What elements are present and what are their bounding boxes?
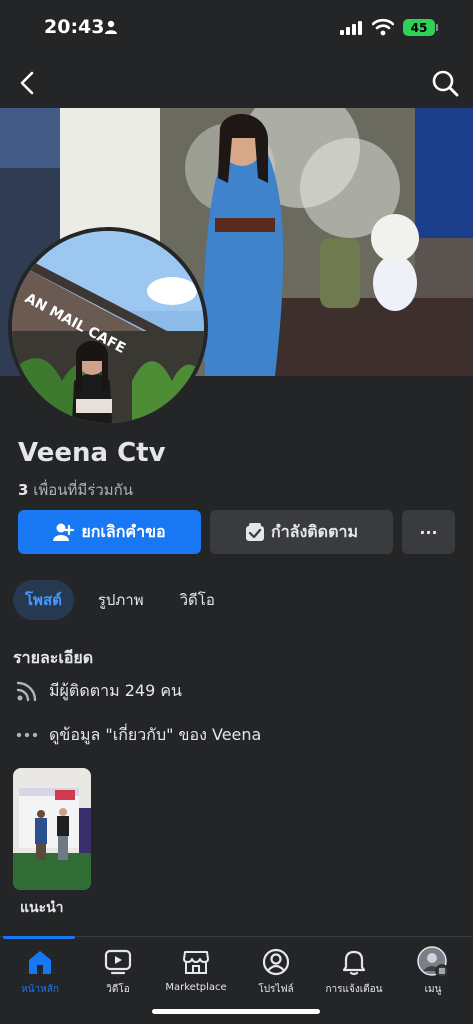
nav-notifications[interactable]: การแจ้งเตือน	[314, 946, 394, 997]
avatar-image: AN MAIL CAFE	[12, 231, 204, 423]
signal-icon	[340, 21, 362, 35]
followers-row: มีผู้ติดตาม 249 คน	[13, 676, 182, 706]
profile-icon	[262, 948, 290, 976]
home-icon	[29, 951, 51, 974]
person-icon	[105, 20, 117, 34]
profile-name: Veena Ctv	[18, 438, 166, 468]
nav-menu[interactable]: เมนู	[393, 946, 473, 997]
tab-photos[interactable]: รูปภาพ	[86, 580, 156, 620]
status-time: 20:43	[44, 16, 105, 38]
nav-marketplace[interactable]: Marketplace	[156, 946, 236, 993]
nav-menu-label: เมนู	[424, 984, 442, 995]
wifi-icon	[372, 18, 394, 36]
nav-video[interactable]: วิดีโอ	[78, 946, 158, 997]
featured-image	[13, 768, 91, 890]
nav-home[interactable]: หน้าหลัก	[0, 946, 80, 997]
ellipsis-icon	[13, 732, 41, 738]
nav-profile-label: โปรไฟล์	[258, 984, 294, 995]
nav-profile[interactable]: โปรไฟล์	[236, 946, 316, 997]
featured-label: แนะนำ	[20, 900, 64, 916]
cancel-request-label: ยกเลิกคำขอ	[81, 521, 166, 541]
details-heading: รายละเอียด	[13, 648, 94, 667]
about-text: ดูข้อมูล "เกี่ยวกับ" ของ Veena	[49, 724, 262, 744]
mutual-friends-count: 3	[18, 481, 29, 499]
nav-notifications-label: การแจ้งเตือน	[325, 984, 383, 995]
following-button[interactable]: กำลังติดตาม	[210, 510, 393, 554]
bell-icon	[342, 950, 366, 976]
tab-posts[interactable]: โพสต์	[13, 580, 74, 620]
status-bar: 20:43 45	[0, 0, 473, 56]
cancel-request-button[interactable]: ยกเลิกคำขอ	[18, 510, 201, 554]
menu-avatar-icon	[417, 946, 449, 978]
back-arrow-icon[interactable]	[14, 68, 44, 98]
nav-marketplace-label: Marketplace	[165, 982, 227, 993]
followers-text: มีผู้ติดตาม 249 คน	[49, 680, 182, 700]
following-inbox-icon	[246, 523, 264, 541]
search-icon[interactable]	[430, 68, 460, 98]
battery-indicator: 45	[403, 19, 435, 36]
marketplace-icon	[183, 951, 209, 974]
rss-icon	[13, 680, 41, 702]
nav-video-label: วิดีโอ	[106, 984, 130, 995]
home-indicator	[152, 1009, 320, 1014]
more-dots-icon: ···	[419, 522, 438, 542]
battery-cap	[436, 24, 438, 31]
more-options-button[interactable]: ···	[402, 510, 455, 554]
active-tab-indicator	[3, 936, 75, 939]
mutual-friends-label: เพื่อนที่มีร่วมกัน	[33, 481, 133, 499]
following-label: กำลังติดตาม	[271, 521, 358, 541]
featured-thumbnail[interactable]	[13, 768, 91, 890]
nav-home-label: หน้าหลัก	[21, 984, 59, 995]
tab-videos[interactable]: วิดีโอ	[168, 580, 227, 620]
about-row[interactable]: ดูข้อมูล "เกี่ยวกับ" ของ Veena	[13, 720, 261, 750]
profile-tabs: โพสต์ รูปภาพ วิดีโอ	[13, 580, 227, 620]
video-icon	[104, 949, 132, 975]
add-friend-icon	[53, 523, 75, 541]
profile-avatar[interactable]: AN MAIL CAFE	[8, 227, 208, 427]
battery-level: 45	[410, 20, 428, 35]
top-nav	[0, 62, 473, 102]
mutual-friends[interactable]: 3 เพื่อนที่มีร่วมกัน	[18, 478, 133, 502]
